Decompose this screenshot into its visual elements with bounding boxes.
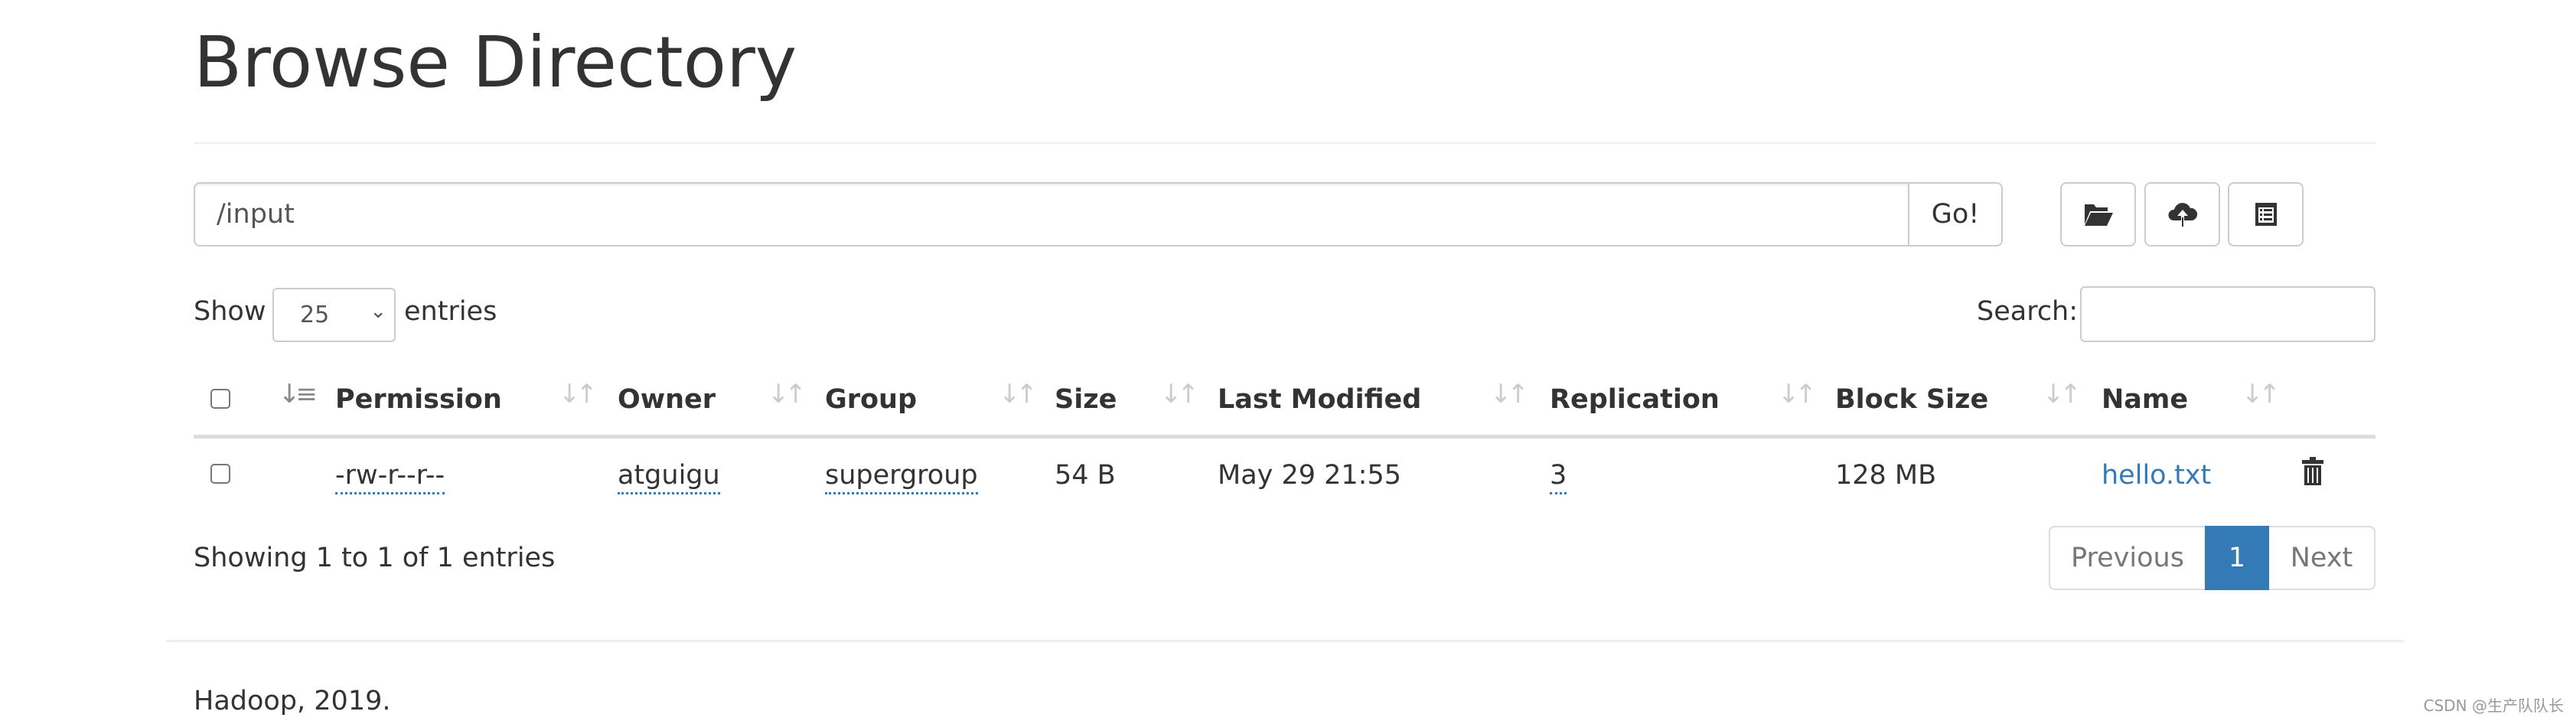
cloud-upload-icon [2167, 203, 2197, 227]
header-divider [194, 435, 2375, 439]
permission-cell[interactable]: -rw-r--r-- [335, 460, 445, 494]
previous-button[interactable]: Previous [2049, 526, 2205, 590]
table-info: Showing 1 to 1 of 1 entries [194, 543, 556, 573]
column-header-block-size[interactable]: Block Size [1835, 387, 1988, 413]
entries-label: entries [404, 296, 497, 327]
sort-icon[interactable]: ↓↑ [1778, 381, 1817, 407]
sort-icon[interactable]: ↓↑ [768, 381, 807, 407]
chevron-down-icon: ⌄ [370, 300, 386, 323]
file-name-link[interactable]: hello.txt [2102, 461, 2211, 491]
page-title: Browse Directory [194, 21, 797, 103]
size-cell: 54 B [1055, 460, 1116, 491]
sort-icon[interactable]: ↓↑ [1490, 381, 1529, 407]
column-header-permission[interactable]: Permission [335, 387, 502, 413]
entries-select[interactable]: 25 ⌄ [272, 288, 396, 342]
page-1-button[interactable]: 1 [2205, 526, 2269, 590]
select-all-checkbox[interactable] [210, 389, 230, 409]
block-size-cell: 128 MB [1835, 460, 1937, 491]
watermark: CSDN @生产队队长 [2423, 697, 2564, 715]
group-cell[interactable]: supergroup [825, 460, 978, 494]
column-header-replication[interactable]: Replication [1550, 387, 1720, 413]
search-label: Search: [1977, 296, 2079, 327]
column-header-last-modified[interactable]: Last Modified [1218, 387, 1421, 413]
upload-button[interactable] [2144, 182, 2220, 246]
sort-icon[interactable]: ↓↑ [559, 381, 598, 407]
column-header-group[interactable]: Group [825, 387, 917, 413]
search-input[interactable] [2080, 286, 2375, 342]
sort-icon[interactable]: ↓↑ [999, 381, 1038, 407]
footer-text: Hadoop, 2019. [194, 686, 391, 716]
next-button[interactable]: Next [2269, 526, 2375, 590]
column-header-owner[interactable]: Owner [618, 387, 716, 413]
column-header-size[interactable]: Size [1055, 387, 1117, 413]
sort-icon[interactable]: ↓↑ [2043, 381, 2082, 407]
last-modified-cell: May 29 21:55 [1218, 460, 1402, 491]
folder-open-icon [2084, 204, 2113, 226]
replication-cell[interactable]: 3 [1550, 460, 1567, 494]
sort-icon[interactable]: ↓↑ [1160, 381, 1199, 407]
go-button[interactable]: Go! [1908, 182, 2003, 246]
delete-button[interactable] [2300, 456, 2325, 494]
sort-icon[interactable]: ↓≡ [279, 381, 318, 407]
cut-paste-button[interactable] [2228, 182, 2304, 246]
sort-icon[interactable]: ↓↑ [2242, 381, 2281, 407]
trash-icon [2302, 457, 2323, 485]
create-directory-button[interactable] [2060, 182, 2136, 246]
pagination: Previous 1 Next [2049, 526, 2375, 590]
show-label: Show [194, 296, 266, 327]
row-checkbox[interactable] [210, 464, 230, 484]
entries-select-value: 25 [300, 302, 330, 328]
column-header-name[interactable]: Name [2102, 387, 2188, 413]
owner-cell[interactable]: atguigu [618, 460, 720, 494]
footer-divider [166, 640, 2404, 642]
list-alt-icon [2255, 203, 2277, 226]
path-input[interactable] [194, 182, 1909, 246]
divider [194, 142, 2375, 144]
